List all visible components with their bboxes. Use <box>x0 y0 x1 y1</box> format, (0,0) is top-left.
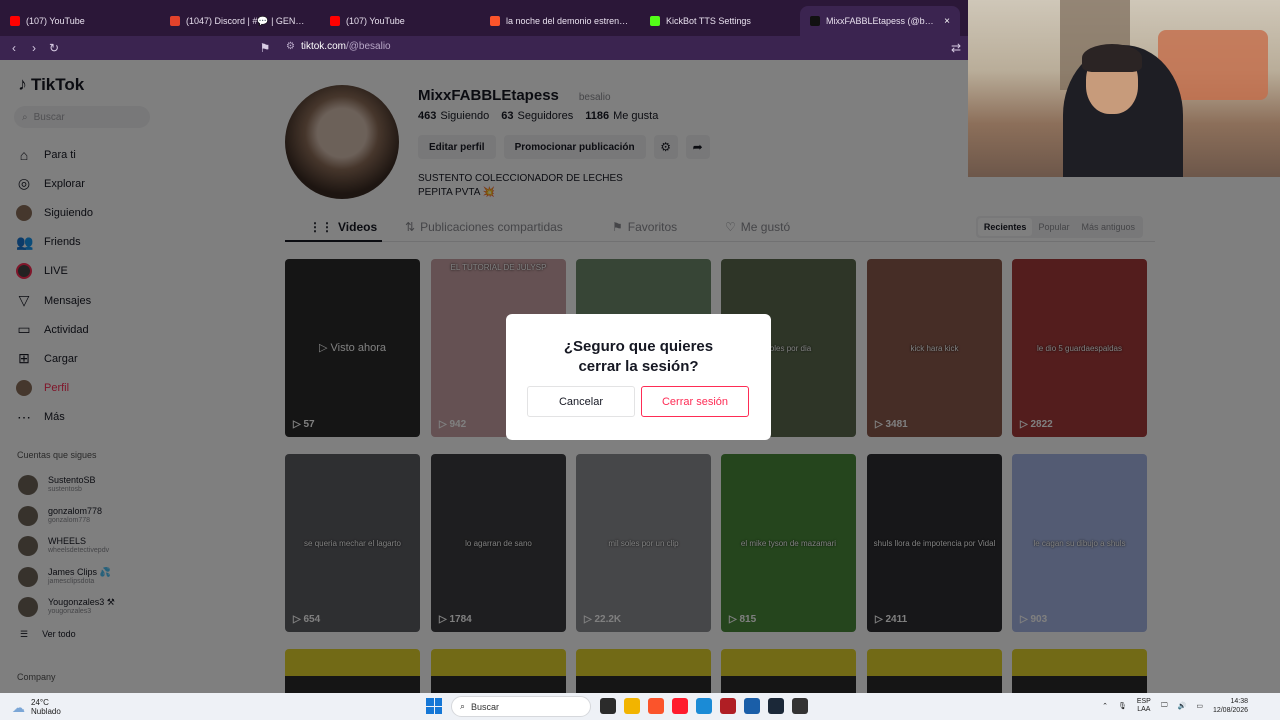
taskbar-search-input[interactable]: ⌕ Buscar <box>451 696 591 717</box>
tab-title: (1047) Discord | #💬 | GENERAL | EISU <box>186 15 310 26</box>
brave-icon[interactable] <box>648 698 664 714</box>
clock-time: 14:38 <box>1230 698 1248 705</box>
network-icon[interactable]: 🖵 <box>1161 702 1168 710</box>
reload-icon[interactable]: ↻ <box>44 41 64 55</box>
obs-icon[interactable] <box>792 698 808 714</box>
browser-tab[interactable]: KickBot TTS Settings <box>640 6 800 36</box>
weather-widget[interactable]: ☁ 24°C Nublado <box>12 698 61 716</box>
cancel-button[interactable]: Cancelar <box>527 386 635 417</box>
tab-favicon-icon <box>490 16 500 26</box>
tab-title: KickBot TTS Settings <box>666 16 751 26</box>
cloud-icon: ☁ <box>12 699 25 715</box>
browser-tab[interactable]: (107) YouTube <box>0 6 160 36</box>
logout-confirm-button[interactable]: Cerrar sesión <box>641 386 749 417</box>
webcam-person-hair <box>1082 44 1142 72</box>
tab-title: (107) YouTube <box>26 16 85 26</box>
taskbar-search-icon: ⌕ <box>460 701 466 711</box>
tab-title: (107) YouTube <box>346 16 405 26</box>
logout-dialog: ¿Seguro que quieres cerrar la sesión? Ca… <box>506 314 771 440</box>
microphone-icon[interactable]: 🎙 <box>1118 702 1127 710</box>
weather-desc: Nublado <box>31 707 61 716</box>
translate-icon[interactable]: ⇄ <box>946 41 966 55</box>
system-tray: ⌃ 🎙 ESP LAA 🖵 🔊 ▭ 14:38 12/08/2026 <box>1102 697 1248 715</box>
taskbar-search-placeholder: Buscar <box>471 701 500 712</box>
tray-chevron-icon[interactable]: ⌃ <box>1102 702 1108 710</box>
tab-title: MixxFABBLEtapess (@besalio) | <box>826 16 938 26</box>
lang-code: ESP <box>1136 698 1151 705</box>
weather-temp: 24°C <box>31 698 49 707</box>
store-icon[interactable] <box>744 698 760 714</box>
language-indicator[interactable]: ESP LAA <box>1137 698 1151 714</box>
tab-close-icon[interactable]: × <box>944 16 950 27</box>
windows-taskbar: ☁ 24°C Nublado ⌕ Buscar ⌃ 🎙 ESP LAA 🖵 🔊 ▭ … <box>0 693 1280 720</box>
browser-tab[interactable]: (1047) Discord | #💬 | GENERAL | EISU <box>160 6 320 36</box>
tab-favicon-icon <box>650 16 660 26</box>
opera-icon[interactable] <box>672 698 688 714</box>
browser-tab[interactable]: (107) YouTube <box>320 6 480 36</box>
volume-icon[interactable]: 🔊 <box>1178 702 1187 710</box>
tab-favicon-icon <box>10 16 20 26</box>
logout-question: ¿Seguro que quieres cerrar la sesión? <box>563 338 714 375</box>
url-path: /@besalio <box>345 41 391 52</box>
lang-variant: LAA <box>1137 706 1151 713</box>
app-icon[interactable] <box>720 698 736 714</box>
url-domain: tiktok.com <box>300 41 346 52</box>
dialog-buttons: Cancelar Cerrar sesión <box>527 386 749 417</box>
tab-title: la noche del demonio estreno - Brave <box>506 16 630 26</box>
file-explorer-icon[interactable] <box>624 698 640 714</box>
browser-tab[interactable]: la noche del demonio estreno - Brave <box>480 6 640 36</box>
windows-start-icon[interactable] <box>426 698 442 714</box>
clock-date: 12/08/2026 <box>1212 707 1248 714</box>
webcam-feed <box>968 0 1280 177</box>
clock[interactable]: 14:38 12/08/2026 <box>1213 697 1248 715</box>
tab-favicon-icon <box>330 16 340 26</box>
bookmark-icon[interactable]: ⚑ <box>255 41 275 55</box>
url-field[interactable]: ⚙ tiktok.com/@besalio <box>286 41 391 52</box>
browser-tab[interactable]: MixxFABBLEtapess (@besalio) | × <box>800 6 960 36</box>
edge-icon[interactable] <box>696 698 712 714</box>
tab-favicon-icon <box>170 16 180 26</box>
steam-icon[interactable] <box>768 698 784 714</box>
task-view-icon[interactable] <box>600 698 616 714</box>
tab-favicon-icon <box>810 16 820 26</box>
site-info-icon[interactable]: ⚙ <box>286 41 295 52</box>
forward-icon[interactable]: › <box>24 41 44 55</box>
back-icon[interactable]: ‹ <box>4 41 24 55</box>
battery-icon[interactable]: ▭ <box>1196 702 1203 710</box>
taskbar-apps <box>600 698 808 714</box>
